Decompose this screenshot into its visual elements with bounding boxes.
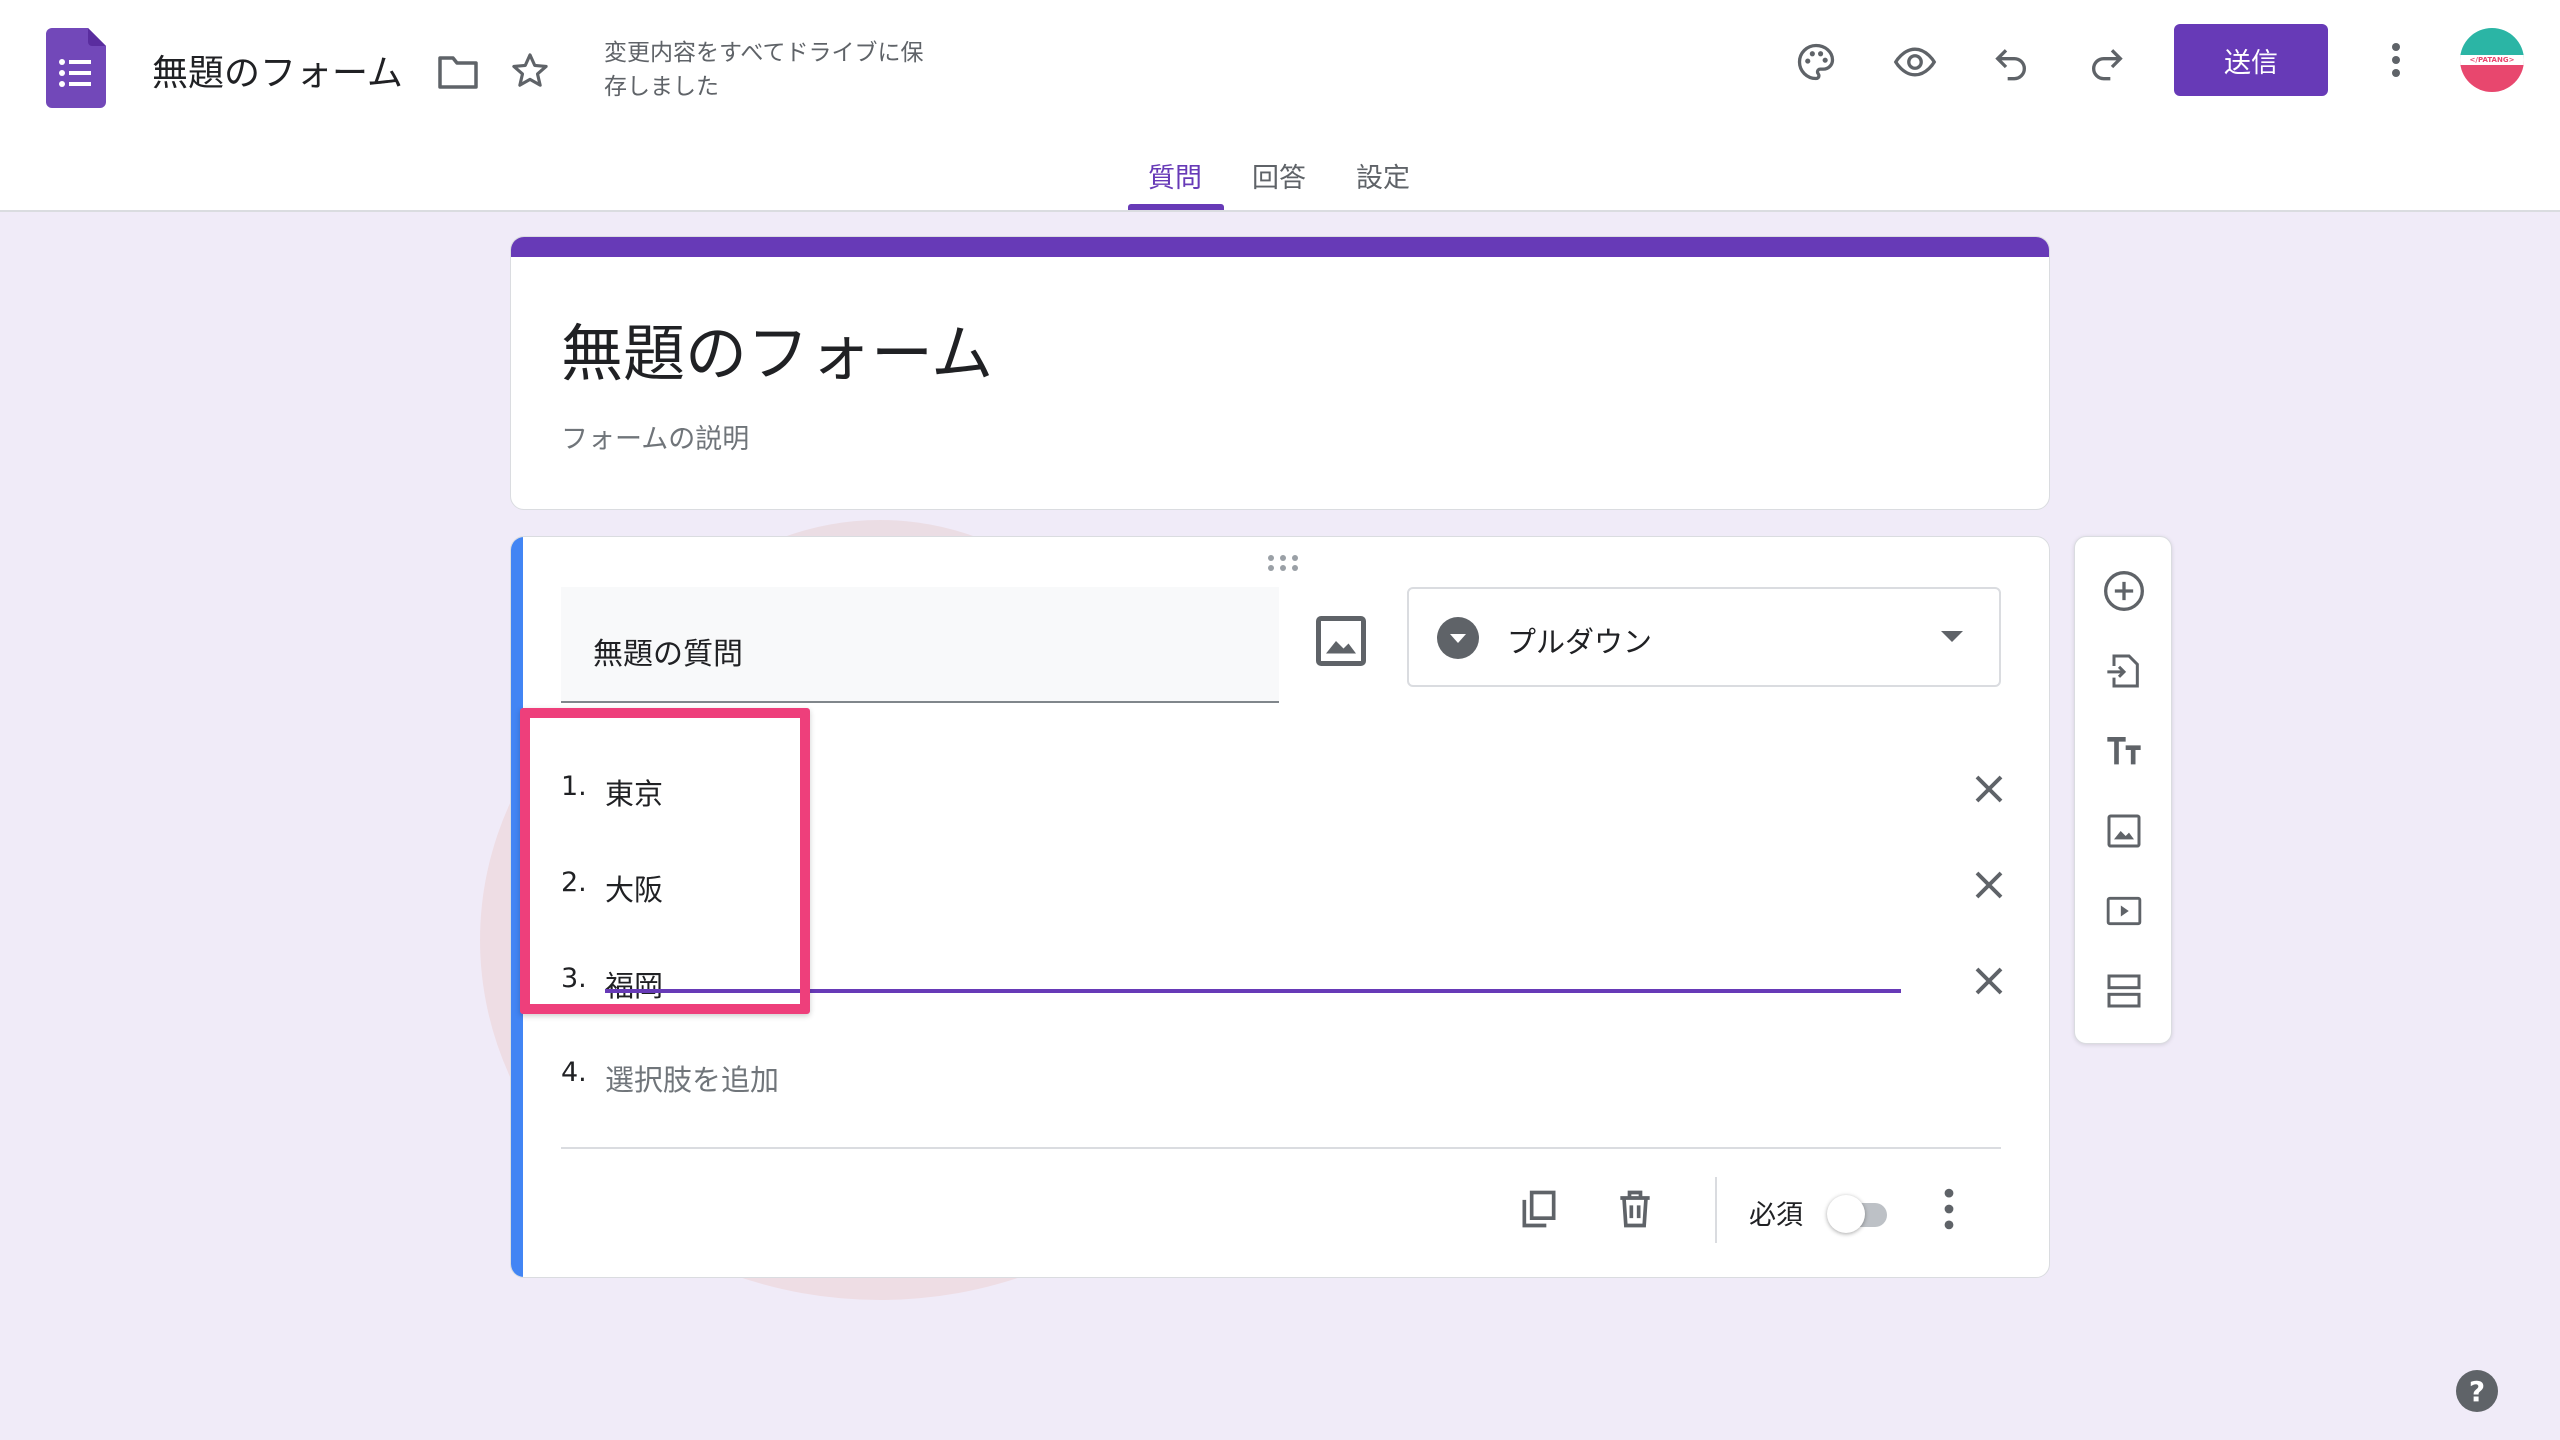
add-option-input[interactable]: 選択肢を追加 bbox=[605, 1057, 779, 1099]
tab-settings[interactable]: 設定 bbox=[1356, 156, 1410, 195]
send-button[interactable]: 送信 bbox=[2174, 24, 2328, 96]
palette-icon[interactable] bbox=[1792, 38, 1840, 86]
required-label: 必須 bbox=[1749, 1200, 1803, 1231]
card-footer-divider bbox=[561, 1147, 2001, 1149]
question-title-input[interactable]: 無題の質問 bbox=[561, 587, 1279, 703]
question-type-label: プルダウン bbox=[1507, 625, 1653, 659]
avatar[interactable]: </PATANG> bbox=[2460, 28, 2524, 92]
dropdown-type-icon bbox=[1437, 617, 1479, 659]
duplicate-icon[interactable] bbox=[1517, 1187, 1561, 1231]
top-app-bar: 無題のフォーム 変更内容をすべてドライブに保存しました 送信 </PATANG>… bbox=[0, 0, 2560, 212]
more-options-icon[interactable] bbox=[1939, 1187, 1959, 1231]
footer-separator bbox=[1715, 1177, 1717, 1243]
tab-questions[interactable]: 質問 bbox=[1148, 156, 1202, 195]
add-title-icon[interactable] bbox=[2098, 725, 2150, 777]
tab-responses[interactable]: 回答 bbox=[1252, 156, 1306, 195]
folder-icon[interactable] bbox=[434, 50, 482, 94]
floating-side-toolbar bbox=[2074, 536, 2172, 1044]
form-title-input[interactable]: 無題のフォーム bbox=[561, 303, 993, 393]
add-video-icon[interactable] bbox=[2098, 885, 2150, 937]
required-toggle[interactable] bbox=[1827, 1195, 1887, 1233]
undo-icon[interactable] bbox=[1988, 38, 2034, 86]
add-image-icon[interactable] bbox=[1311, 611, 1371, 671]
question-type-dropdown[interactable]: プルダウン bbox=[1407, 587, 2001, 687]
preview-eye-icon[interactable] bbox=[1890, 38, 1940, 86]
chevron-down-icon bbox=[1941, 631, 1963, 642]
import-questions-icon[interactable] bbox=[2098, 645, 2150, 697]
avatar-logo-text: </PATANG> bbox=[2460, 55, 2524, 65]
delete-icon[interactable] bbox=[1613, 1187, 1657, 1231]
form-description-input[interactable]: フォームの説明 bbox=[561, 417, 749, 456]
redo-icon[interactable] bbox=[2084, 38, 2130, 86]
help-button[interactable]: ? bbox=[2456, 1370, 2498, 1412]
active-tab-indicator bbox=[1128, 204, 1224, 210]
more-vert-icon[interactable] bbox=[2380, 38, 2412, 82]
add-image-icon[interactable] bbox=[2098, 805, 2150, 857]
theme-color-bar bbox=[511, 237, 2049, 257]
add-option-row[interactable]: 4. 選択肢を追加 bbox=[561, 1045, 1981, 1105]
highlight-annotation-box bbox=[520, 708, 810, 1014]
remove-option-icon[interactable] bbox=[1971, 867, 2007, 903]
star-icon[interactable] bbox=[506, 48, 554, 94]
question-title-text: 無題の質問 bbox=[593, 637, 743, 672]
add-section-icon[interactable] bbox=[2098, 965, 2150, 1017]
remove-option-icon[interactable] bbox=[1971, 963, 2007, 999]
forms-logo-icon[interactable] bbox=[46, 28, 106, 108]
drag-handle-icon[interactable] bbox=[1266, 553, 1300, 573]
save-status-text: 変更内容をすべてドライブに保存しました bbox=[604, 40, 924, 100]
document-title[interactable]: 無題のフォーム bbox=[152, 44, 403, 96]
form-title-card: 無題のフォーム フォームの説明 bbox=[510, 236, 2050, 510]
add-question-icon[interactable] bbox=[2098, 565, 2150, 617]
remove-option-icon[interactable] bbox=[1971, 771, 2007, 807]
option-number: 4. bbox=[561, 1057, 587, 1088]
